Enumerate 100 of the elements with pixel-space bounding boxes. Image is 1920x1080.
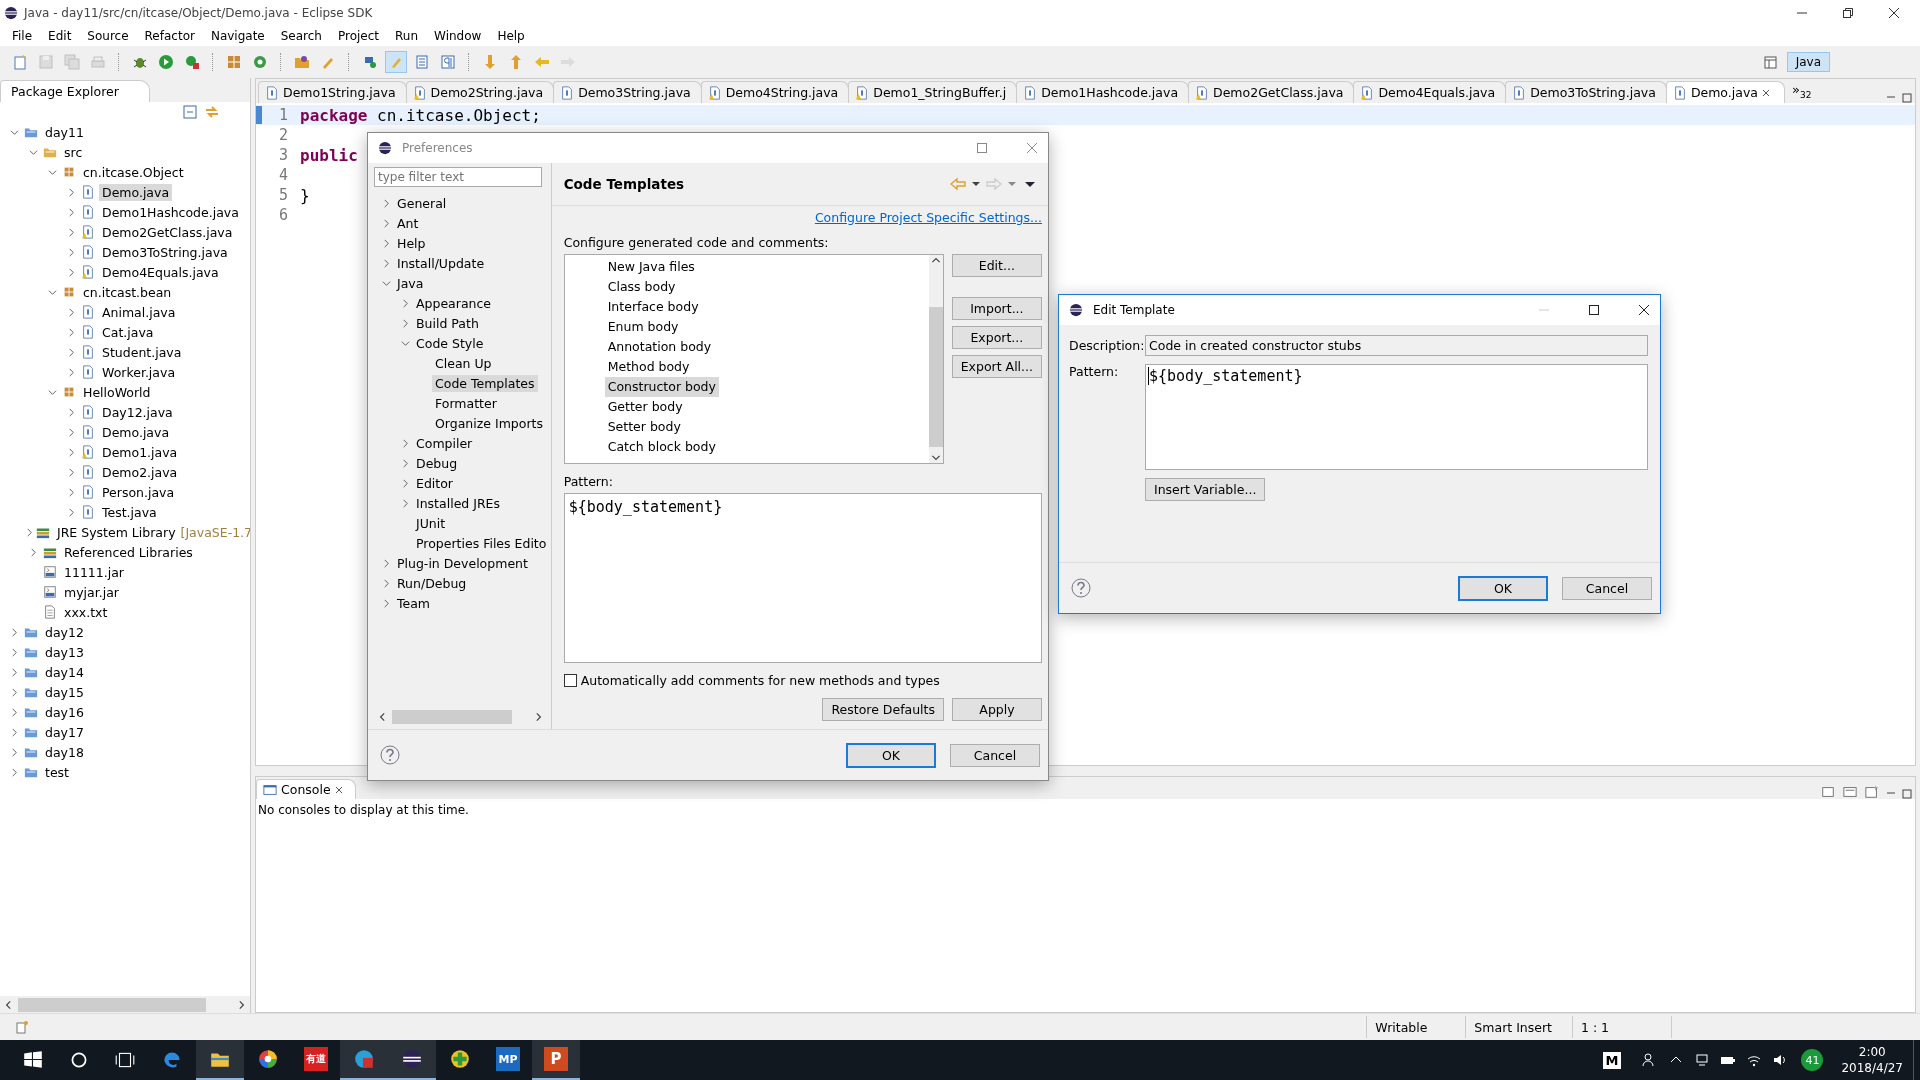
tree-item[interactable]: myjar.jar — [61, 583, 122, 601]
preference-page-item[interactable]: JUnit — [413, 514, 449, 532]
tree-item[interactable]: Demo.java — [99, 183, 173, 201]
template-item[interactable]: Method body — [604, 357, 693, 377]
menu-item[interactable]: File — [4, 29, 41, 43]
editor-tab[interactable]: Demo1_StringBuffer.j — [848, 81, 1018, 103]
menu-item[interactable]: Window — [426, 29, 490, 43]
maximize-icon[interactable] — [1588, 304, 1600, 316]
tree-item[interactable]: Worker.java — [99, 363, 179, 381]
color-wheel-icon[interactable] — [257, 1048, 279, 1070]
view-tab[interactable]: Package Explorer — [0, 80, 150, 102]
menu-item[interactable]: Edit — [40, 29, 80, 43]
tree-item[interactable]: Referenced Libraries — [61, 543, 196, 561]
scrollbar-thumb[interactable] — [392, 709, 513, 724]
help-icon[interactable] — [1071, 578, 1091, 598]
preference-page-item[interactable]: Clean Up — [432, 354, 495, 372]
cancel-button[interactable]: Cancel — [1562, 576, 1652, 600]
template-item[interactable]: Setter body — [604, 417, 684, 437]
tree-item[interactable]: cn.itcast.bean — [80, 283, 175, 301]
presentation-app-icon[interactable]: P — [544, 1047, 568, 1071]
tree-item[interactable]: Animal.java — [99, 303, 179, 321]
start-icon[interactable] — [22, 1049, 44, 1071]
close-tab-icon[interactable] — [333, 784, 344, 795]
tree-item[interactable]: src — [61, 143, 86, 161]
tree-item[interactable]: Demo1.java — [99, 443, 181, 461]
tree-item[interactable]: HelloWorld — [80, 383, 154, 401]
perspective-button[interactable]: Java — [1786, 52, 1830, 72]
maximize-view-icon[interactable] — [1902, 93, 1912, 103]
editor-tab[interactable]: Demo4String.java — [700, 81, 850, 103]
tree-item[interactable]: Demo2GetClass.java — [99, 223, 236, 241]
template-item[interactable]: Enum body — [604, 317, 682, 337]
close-icon[interactable] — [1888, 7, 1900, 19]
tree-item[interactable]: day18 — [42, 743, 87, 761]
ok-button[interactable]: OK — [1458, 575, 1548, 601]
eclipse-icon[interactable] — [401, 1048, 423, 1070]
tree-item[interactable]: day15 — [42, 683, 87, 701]
tree-item[interactable]: day16 — [42, 703, 87, 721]
tab-overflow-button[interactable]: »$_{32}$ — [1783, 82, 1820, 103]
tree-item[interactable]: test — [42, 763, 72, 781]
plus-app-icon[interactable] — [449, 1048, 471, 1070]
page-button[interactable]: Apply — [952, 698, 1042, 721]
tree-item[interactable]: day13 — [42, 643, 87, 661]
cancel-button[interactable]: Cancel — [950, 743, 1040, 767]
template-item[interactable]: Constructor body — [604, 377, 719, 397]
template-item[interactable]: Getter body — [604, 397, 686, 417]
console-tab[interactable]: Console — [256, 779, 356, 799]
tree-item[interactable]: 11111.jar — [61, 563, 127, 581]
side-button[interactable]: Edit... — [951, 254, 1042, 277]
preference-page-item[interactable]: Java — [394, 274, 427, 292]
preference-page-item[interactable]: Compiler — [413, 434, 476, 452]
editor-tab[interactable]: Demo.java — [1665, 81, 1785, 103]
side-button[interactable]: Import... — [951, 297, 1042, 320]
tree-item[interactable]: Demo1Hashcode.java — [99, 203, 242, 221]
tree-item[interactable]: Day12.java — [99, 403, 176, 421]
pattern-field[interactable]: ${body_statement} — [1145, 364, 1648, 470]
tree-item[interactable]: Demo2.java — [99, 463, 181, 481]
collapse-all-icon[interactable] — [182, 104, 198, 120]
menu-item[interactable]: Project — [329, 29, 388, 43]
pin-console-icon[interactable] — [1821, 785, 1835, 799]
run-icon[interactable] — [156, 52, 176, 72]
view-menu-icon[interactable] — [1025, 179, 1035, 189]
project-settings-link[interactable]: Configure Project Specific Settings... — [814, 210, 1042, 225]
template-item[interactable]: Class body — [604, 277, 679, 297]
preference-page-item[interactable]: Build Path — [413, 314, 482, 332]
back-icon[interactable] — [950, 176, 966, 192]
clock-date[interactable]: 2018/4/27 — [1841, 1060, 1903, 1076]
scrollbar-thumb[interactable] — [928, 307, 943, 447]
clock-time[interactable]: 2:00 — [1858, 1044, 1886, 1060]
preference-page-item[interactable]: Debug — [413, 454, 461, 472]
tree-item[interactable]: cn.itcase.Object — [80, 163, 187, 181]
insert-variable-button[interactable]: Insert Variable... — [1145, 478, 1266, 501]
preference-page-item[interactable]: General — [394, 194, 450, 212]
side-button[interactable]: Export... — [951, 326, 1042, 349]
preference-page-item[interactable]: Help — [394, 234, 429, 252]
tree-item[interactable]: Demo3ToString.java — [99, 243, 231, 261]
page-button[interactable]: Restore Defaults — [822, 698, 944, 721]
preference-page-item[interactable]: Team — [394, 594, 434, 612]
menu-item[interactable]: Source — [79, 29, 137, 43]
display-console-icon[interactable] — [1843, 785, 1857, 799]
preference-page-item[interactable]: Appearance — [413, 294, 495, 312]
tree-item[interactable]: Demo.java — [99, 423, 173, 441]
menu-item[interactable]: Run — [387, 29, 427, 43]
editor-tab[interactable]: Demo1Hashcode.java — [1016, 81, 1190, 103]
menu-item[interactable]: Navigate — [202, 29, 273, 43]
pilcrow-icon[interactable] — [438, 52, 458, 72]
network-icon[interactable] — [1694, 1052, 1711, 1068]
ok-button[interactable]: OK — [846, 742, 936, 768]
tree-item[interactable]: Test.java — [99, 503, 160, 521]
tree-item[interactable]: xxx.txt — [61, 603, 111, 621]
dropdown-icon[interactable] — [971, 179, 981, 189]
tree-item[interactable]: Cat.java — [99, 323, 157, 341]
filter-field[interactable]: type filter text — [374, 167, 542, 187]
preference-page-item[interactable]: Install/Update — [394, 254, 488, 272]
link-icon[interactable] — [204, 104, 220, 120]
editor-tab[interactable]: Demo4Equals.java — [1353, 81, 1507, 103]
preference-page-item[interactable]: Installed JREs — [413, 494, 503, 512]
restore-icon[interactable] — [1842, 7, 1854, 19]
tree-item[interactable]: day11 — [42, 123, 87, 141]
tree-item[interactable]: Student.java — [99, 343, 185, 361]
input-method-indicator[interactable]: M — [1602, 1051, 1622, 1069]
